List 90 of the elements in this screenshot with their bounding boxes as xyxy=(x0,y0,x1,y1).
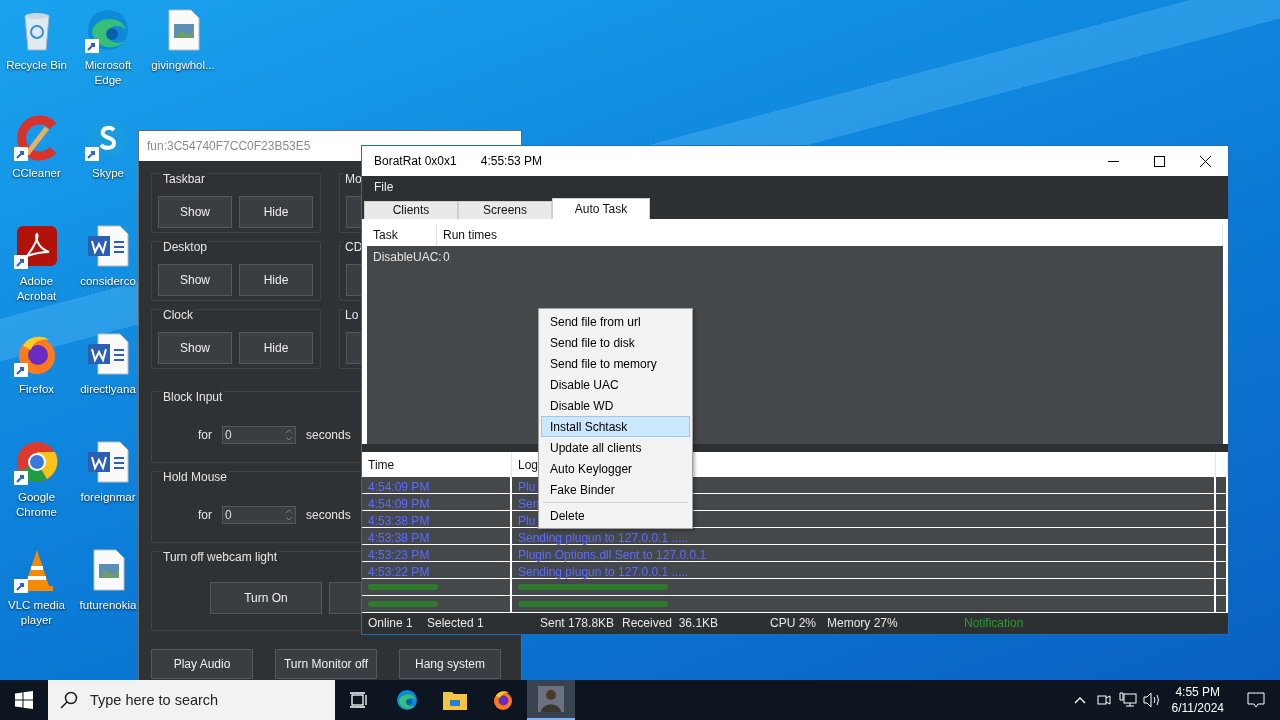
group-label: Hold Mouse xyxy=(162,470,229,484)
group-label: Turn off webcam light xyxy=(162,550,279,564)
window-title: fun:3C54740F7CC0F23B53E5 xyxy=(147,139,311,153)
clock-time[interactable]: 4:55 PM xyxy=(1175,684,1221,700)
clock-date[interactable]: 6/11/2024 xyxy=(1171,700,1224,716)
toggle-button[interactable] xyxy=(346,196,362,228)
group-label: Clock xyxy=(162,308,194,322)
notification-icon[interactable] xyxy=(1247,692,1265,708)
tab[interactable]: Screens xyxy=(458,200,552,219)
column-header[interactable]: Time xyxy=(362,452,512,477)
for-label: for xyxy=(198,508,212,522)
webcam-button[interactable]: Turn On xyxy=(210,582,322,614)
table-cell: Plugin Options.dll Sent to 127.0.0.1 xyxy=(518,547,707,562)
close-icon[interactable] xyxy=(1199,155,1211,167)
seconds-label: seconds xyxy=(306,428,351,442)
toggle-button[interactable]: Show xyxy=(158,196,232,228)
group-label: Block Input xyxy=(162,390,224,404)
menu-item[interactable]: Disable UAC xyxy=(541,374,690,395)
number-field[interactable]: 0 xyxy=(222,506,296,524)
action-button[interactable]: Turn Monitor off xyxy=(275,649,377,679)
status-text: Selected 1 xyxy=(427,616,485,631)
desktop-icon-label[interactable]: Firefox xyxy=(18,382,55,397)
action-button[interactable]: Play Audio xyxy=(151,649,253,679)
desktop-icon-label[interactable]: directlyana xyxy=(80,382,136,397)
network-icon[interactable] xyxy=(1118,692,1137,708)
search-field[interactable]: Type here to search xyxy=(90,692,330,708)
camera-icon[interactable] xyxy=(1096,692,1111,708)
folder-icon[interactable] xyxy=(443,690,467,710)
tab[interactable]: Auto Task xyxy=(552,197,650,219)
maximize-icon[interactable] xyxy=(1153,155,1165,167)
table-cell: Plu xyxy=(518,513,536,528)
search-box[interactable]: Type here to search xyxy=(48,680,335,720)
for-label: for xyxy=(198,428,212,442)
status-text: Received 36.1KB xyxy=(622,616,720,631)
desktop-icon-label[interactable]: foreignmar xyxy=(80,490,136,505)
menu-item[interactable]: Fake Binder xyxy=(541,479,690,500)
windows-start-icon[interactable] xyxy=(15,691,33,709)
desktop-icon-label[interactable]: futurenokia xyxy=(79,598,137,613)
volume-icon[interactable] xyxy=(1142,692,1161,708)
table-cell: 4:54:09 PM xyxy=(368,479,430,494)
table-cell: 4:53:22 PM xyxy=(368,564,430,579)
spinner-arrows-icon[interactable] xyxy=(285,428,293,442)
menu-item[interactable]: Send file from url xyxy=(541,311,690,332)
column-header[interactable]: Task xyxy=(367,223,437,246)
table-cell: Plu xyxy=(518,479,536,494)
toggle-button[interactable] xyxy=(346,332,362,364)
column-header[interactable]: Run times xyxy=(437,223,1223,246)
toggle-button[interactable]: Show xyxy=(158,332,232,364)
table-cell: 4:54:09 PM xyxy=(368,496,430,511)
menu-item[interactable]: Send file to memory xyxy=(541,353,690,374)
menu-item[interactable]: Install Schtask xyxy=(541,416,690,437)
toggle-button[interactable] xyxy=(346,264,362,296)
menu-item[interactable]: Auto Keylogger xyxy=(541,458,690,479)
action-button[interactable]: Hang system xyxy=(399,649,501,679)
table-cell: 4:53:23 PM xyxy=(368,547,430,562)
desktop-icon-label[interactable]: VLC media player xyxy=(0,598,73,628)
group-label: Desktop xyxy=(162,240,209,254)
menu-item[interactable]: Delete xyxy=(541,505,690,526)
browser-icon[interactable] xyxy=(395,688,419,712)
table-cell: Sending plugun to 127.0.0.1 ..... xyxy=(518,564,689,579)
number-field[interactable]: 0 xyxy=(222,426,296,444)
status-text: Memory 27% xyxy=(827,616,899,631)
table-cell: 4:53:38 PM xyxy=(368,513,430,528)
seconds-label: seconds xyxy=(306,508,351,522)
spinner-arrows-icon[interactable] xyxy=(285,508,293,522)
table-cell: Sending plugun to 127.0.0.1 ..... xyxy=(518,530,689,545)
menu-item[interactable]: Send file to disk xyxy=(541,332,690,353)
toggle-button[interactable]: Hide xyxy=(239,264,313,296)
status-text: CPU 2% xyxy=(770,616,817,631)
toggle-button[interactable]: Hide xyxy=(239,332,313,364)
task-view-icon[interactable] xyxy=(350,692,368,708)
search-icon xyxy=(60,691,78,709)
chevron-up-icon[interactable] xyxy=(1073,696,1086,704)
window-title: BoratRat 0x0x1 xyxy=(374,154,457,168)
status-text: Online 1 xyxy=(368,616,414,631)
app-icon[interactable] xyxy=(538,686,564,712)
group-label: Taskbar xyxy=(162,172,207,186)
group-label: Lo xyxy=(344,308,360,322)
window-clock: 4:55:53 PM xyxy=(480,154,543,168)
table-cell: 4:53:38 PM xyxy=(368,530,430,545)
desktop-icon-label[interactable]: Google Chrome xyxy=(0,490,73,520)
toggle-button[interactable]: Show xyxy=(158,264,232,296)
browser-icon[interactable] xyxy=(491,688,515,712)
status-text: Notification xyxy=(964,616,1025,631)
menu-item[interactable]: File xyxy=(374,179,394,194)
tab[interactable]: Clients xyxy=(364,200,458,219)
status-text: Sent 178.8KB xyxy=(540,616,616,631)
group-label: Mo xyxy=(344,172,363,186)
menu-item[interactable]: Disable WD xyxy=(541,395,690,416)
toggle-button[interactable]: Hide xyxy=(239,196,313,228)
